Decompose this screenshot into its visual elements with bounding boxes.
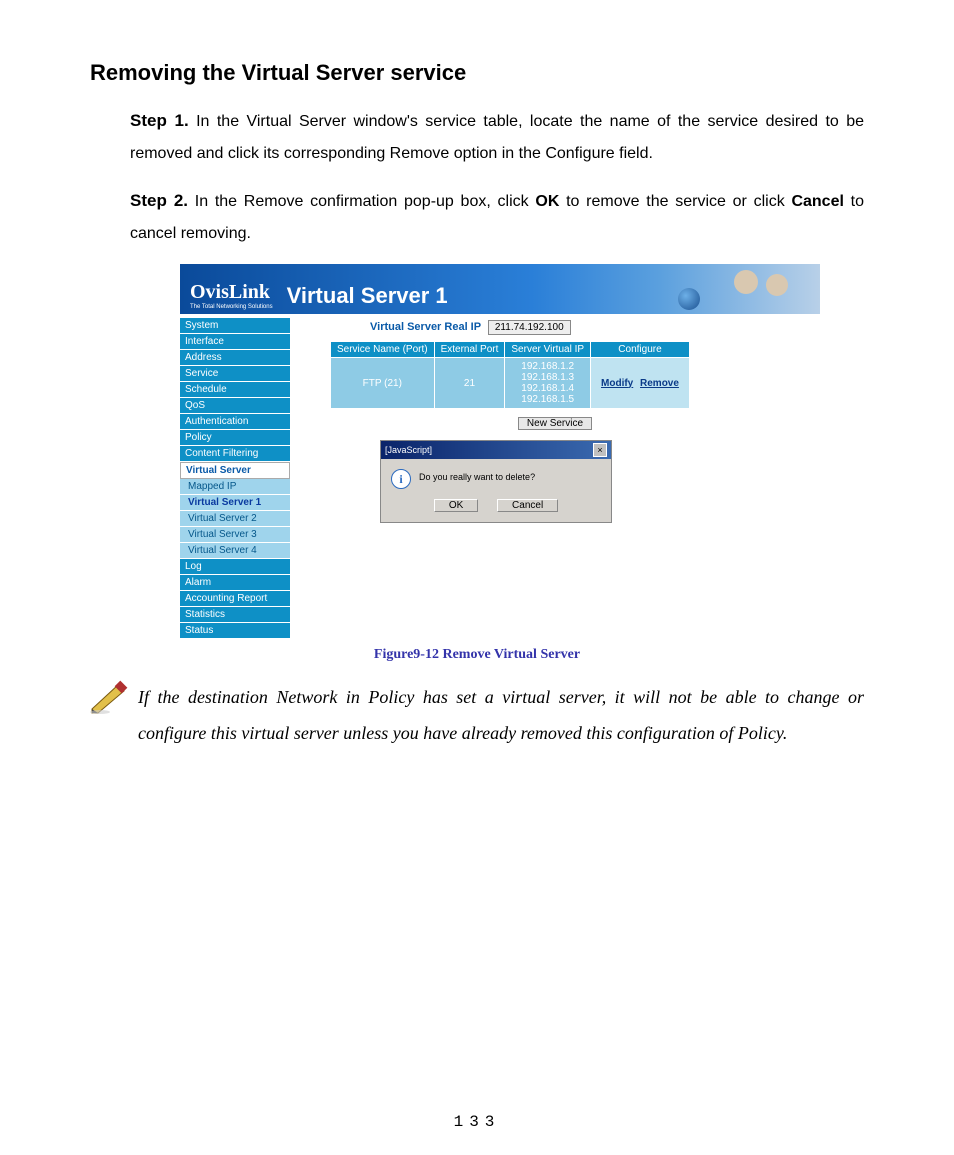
sidebar-item-virtual-server[interactable]: Virtual Server bbox=[180, 462, 290, 479]
sidebar-item-statistics[interactable]: Statistics bbox=[180, 607, 290, 623]
note-text: If the destination Network in Policy has… bbox=[138, 679, 864, 751]
brand-logo: OvisLink bbox=[190, 281, 270, 303]
col-server-virtual-ip: Server Virtual IP bbox=[505, 342, 591, 358]
pencil-note-icon bbox=[90, 679, 130, 715]
real-ip-value: 211.74.192.100 bbox=[488, 320, 571, 335]
cell-service: FTP (21) bbox=[331, 358, 435, 409]
cell-virtual-ips: 192.168.1.2 192.168.1.3 192.168.1.4 192.… bbox=[505, 358, 591, 409]
sidebar-item-virtual-server-2[interactable]: Virtual Server 2 bbox=[180, 511, 290, 527]
col-service-name: Service Name (Port) bbox=[331, 342, 435, 358]
app-banner: OvisLink The Total Networking Solutions … bbox=[180, 264, 820, 314]
sidebar-item-address[interactable]: Address bbox=[180, 350, 290, 366]
step-2-text-b: to remove the service or click bbox=[559, 193, 791, 210]
sidebar-item-accounting-report[interactable]: Accounting Report bbox=[180, 591, 290, 607]
modify-link[interactable]: Modify bbox=[601, 378, 633, 389]
sidebar-item-mapped-ip[interactable]: Mapped IP bbox=[180, 479, 290, 495]
figure-caption: Figure9-12 Remove Virtual Server bbox=[90, 647, 864, 663]
banner-decorative-people bbox=[730, 268, 810, 310]
step-2-text-a: In the Remove confirmation pop-up box, c… bbox=[195, 193, 536, 210]
sidebar-item-interface[interactable]: Interface bbox=[180, 334, 290, 350]
banner-title: Virtual Server 1 bbox=[287, 283, 448, 310]
figure-screenshot: OvisLink The Total Networking Solutions … bbox=[180, 264, 820, 639]
sidebar-item-status[interactable]: Status bbox=[180, 623, 290, 639]
step-1-label: Step 1. bbox=[130, 111, 189, 130]
services-table: Service Name (Port) External Port Server… bbox=[330, 341, 690, 409]
confirm-dialog: [JavaScript] × i Do you really want to d… bbox=[380, 440, 612, 523]
sidebar-item-virtual-server-4[interactable]: Virtual Server 4 bbox=[180, 543, 290, 559]
sidebar-item-content-filtering[interactable]: Content Filtering bbox=[180, 446, 290, 462]
step-2-cancel: Cancel bbox=[791, 193, 843, 210]
section-heading: Removing the Virtual Server service bbox=[90, 60, 864, 86]
dialog-close-button[interactable]: × bbox=[593, 443, 607, 457]
sidebar-item-authentication[interactable]: Authentication bbox=[180, 414, 290, 430]
step-1: Step 1. In the Virtual Server window's s… bbox=[130, 104, 864, 170]
sidebar-item-system[interactable]: System bbox=[180, 318, 290, 334]
sidebar-item-alarm[interactable]: Alarm bbox=[180, 575, 290, 591]
page-number: 133 bbox=[0, 1113, 954, 1131]
col-configure: Configure bbox=[591, 342, 690, 358]
step-2-ok: OK bbox=[535, 193, 559, 210]
cell-ext-port: 21 bbox=[434, 358, 505, 409]
step-2-label: Step 2. bbox=[130, 191, 188, 210]
vip-3: 192.168.1.5 bbox=[513, 394, 582, 405]
col-external-port: External Port bbox=[434, 342, 505, 358]
real-ip-row: Virtual Server Real IP 211.74.192.100 bbox=[370, 320, 810, 335]
sidebar-nav: System Interface Address Service Schedul… bbox=[180, 314, 290, 639]
globe-icon bbox=[678, 288, 700, 310]
step-2: Step 2. In the Remove confirmation pop-u… bbox=[130, 184, 864, 250]
sidebar-item-qos[interactable]: QoS bbox=[180, 398, 290, 414]
info-icon: i bbox=[391, 469, 411, 489]
vip-2: 192.168.1.4 bbox=[513, 383, 582, 394]
remove-link[interactable]: Remove bbox=[640, 378, 679, 389]
dialog-ok-button[interactable]: OK bbox=[434, 499, 478, 512]
dialog-cancel-button[interactable]: Cancel bbox=[497, 499, 558, 512]
sidebar-item-virtual-server-1[interactable]: Virtual Server 1 bbox=[180, 495, 290, 511]
new-service-button[interactable]: New Service bbox=[518, 417, 592, 430]
sidebar-item-log[interactable]: Log bbox=[180, 559, 290, 575]
vip-1: 192.168.1.3 bbox=[513, 372, 582, 383]
real-ip-label: Virtual Server Real IP bbox=[370, 321, 481, 333]
sidebar-item-schedule[interactable]: Schedule bbox=[180, 382, 290, 398]
dialog-title-text: [JavaScript] bbox=[385, 445, 432, 455]
sidebar-item-policy[interactable]: Policy bbox=[180, 430, 290, 446]
dialog-message: Do you really want to delete? bbox=[419, 469, 535, 482]
table-row: FTP (21) 21 192.168.1.2 192.168.1.3 192.… bbox=[331, 358, 690, 409]
step-1-text: In the Virtual Server window's service t… bbox=[130, 113, 864, 162]
sidebar-item-virtual-server-3[interactable]: Virtual Server 3 bbox=[180, 527, 290, 543]
vip-0: 192.168.1.2 bbox=[513, 361, 582, 372]
sidebar-item-service[interactable]: Service bbox=[180, 366, 290, 382]
cell-configure: Modify Remove bbox=[591, 358, 690, 409]
brand-tagline: The Total Networking Solutions bbox=[190, 304, 273, 310]
